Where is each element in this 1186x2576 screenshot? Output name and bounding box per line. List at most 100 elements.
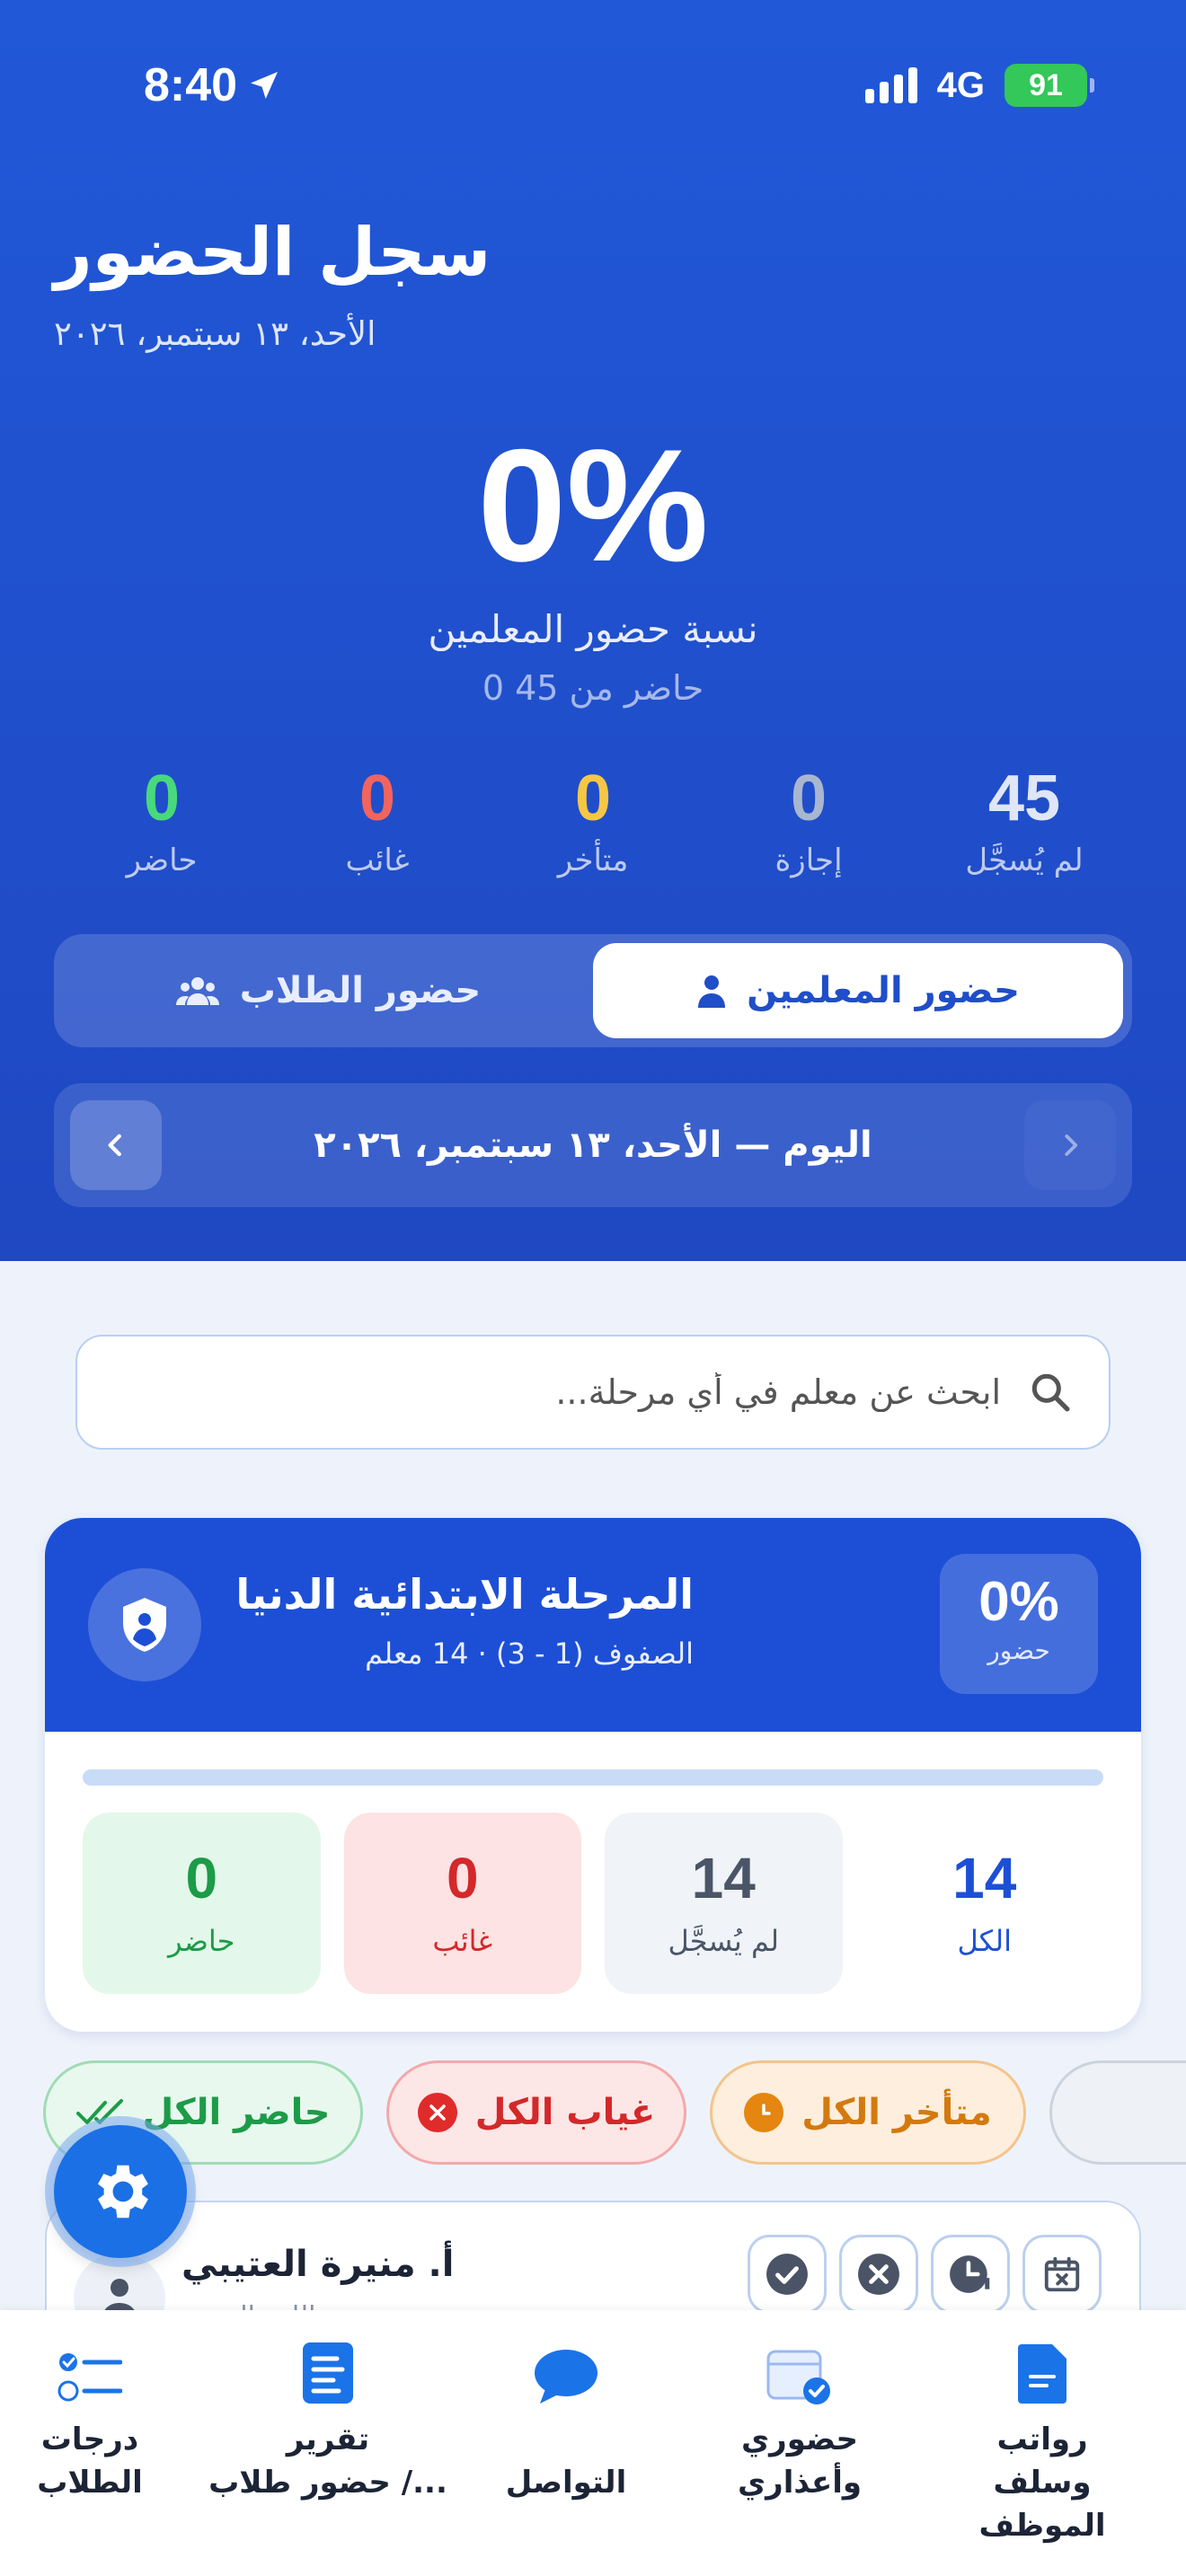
page-title: سجل الحضور [54, 214, 491, 291]
teacher-icon [698, 975, 726, 1008]
tab-my-attendance-label: حضوري وأعذاري [737, 2422, 863, 2501]
stage-percent-pill: 0% حضور [940, 1554, 1098, 1694]
mark-late-button[interactable] [931, 2235, 1010, 2314]
stat-late-label: متأخر [557, 842, 629, 878]
stage-cell-total: 14 الكل [865, 1813, 1103, 1994]
location-arrow-icon [251, 72, 279, 99]
stage-cell-present: 0 حاضر [83, 1813, 321, 1994]
stage-absent-label: غائب [432, 1924, 493, 1958]
stage-unrecorded-label: لم يُسجَّل [668, 1924, 780, 1958]
stage-absent-value: 0 [446, 1846, 479, 1910]
leave-all-button[interactable] [1049, 2060, 1186, 2165]
attendance-percent: 0% [477, 416, 709, 595]
attendance-count: 0 حاضر من 45 [482, 668, 704, 708]
stat-absent-label: غائب [345, 842, 410, 878]
page-date: الأحد، ١٣ سبتمبر، ٢٠٢٦ [54, 314, 376, 353]
present-all-label: حاضر الكل [142, 2092, 331, 2133]
tab-student-report[interactable]: تقرير حضور طلاب /... [207, 2310, 449, 2504]
network-type: 4G [936, 65, 985, 105]
clock-alert-icon [950, 2255, 990, 2293]
stage-card[interactable]: المرحلة الابتدائية الدنيا الصفوف (1 - 3)… [45, 1518, 1141, 2032]
day-label: اليوم — الأحد، ١٣ سبتمبر، ٢٠٢٦ [314, 1125, 872, 1166]
absent-all-button[interactable]: غياب الكل [386, 2060, 686, 2165]
tab-teachers-attendance[interactable]: حضور المعلمين [593, 943, 1123, 1038]
stat-unrecorded: 45 لم يُسجَّل [916, 762, 1132, 878]
report-icon [303, 2342, 353, 2404]
stat-late-value: 0 [574, 763, 612, 834]
clock-alert-icon [744, 2093, 784, 2132]
mark-leave-button[interactable] [1022, 2235, 1102, 2314]
group-icon [175, 977, 219, 1005]
settings-fab[interactable] [54, 2125, 187, 2258]
stats-row: 0 حاضر 0 غائب 0 متأخر 0 إجازة 45 لم يُسج… [54, 762, 1132, 878]
stat-absent: 0 غائب [270, 762, 485, 878]
battery-level: 91 [1029, 67, 1063, 102]
x-circle-icon [858, 2254, 899, 2295]
chevron-left-icon [108, 1134, 121, 1157]
stat-present: 0 حاضر [54, 762, 270, 878]
stat-leave-value: 0 [790, 763, 828, 834]
stat-present-label: حاضر [126, 842, 198, 878]
gear-icon [97, 2165, 148, 2219]
stat-leave-label: إجازة [774, 842, 843, 878]
attendance-type-toggle: حضور الطلاب حضور المعلمين [54, 934, 1132, 1047]
bottom-tab-bar: رواتب وسلف الموظف حضوري وأعذاري التواصل … [0, 2310, 1186, 2576]
stage-card-header: المرحلة الابتدائية الدنيا الصفوف (1 - 3)… [45, 1518, 1141, 1732]
tab-teachers-label: حضور المعلمين [747, 970, 1020, 1011]
battery-icon: 91 [1005, 64, 1094, 107]
hero-header: 8:40 4G 91 سجل الحضور الأحد، ١٣ سبتمبر، … [0, 0, 1186, 1261]
stage-percent-label: حضور [987, 1636, 1050, 1665]
tab-students-attendance[interactable]: حضور الطلاب [63, 943, 593, 1038]
tab-students-label: حضور الطلاب [239, 970, 482, 1011]
chevron-right-icon [1065, 1134, 1078, 1156]
status-time: 8:40 [144, 54, 282, 117]
absent-all-label: غياب الكل [474, 2092, 656, 2133]
document-icon [1018, 2344, 1067, 2404]
status-time-text: 8:40 [144, 59, 238, 111]
tab-student-grades-label: درجات الطلاب [37, 2422, 143, 2501]
tab-payroll[interactable]: رواتب وسلف الموظف [934, 2310, 1150, 2547]
tab-my-attendance[interactable]: حضوري وأعذاري [701, 2310, 898, 2504]
calendar-x-icon [1044, 2256, 1080, 2292]
mark-present-button[interactable] [748, 2235, 827, 2314]
tab-student-grades[interactable]: درجات الطلاب [18, 2310, 162, 2504]
tab-communication-label: التواصل [505, 2465, 627, 2501]
teacher-status-buttons [748, 2235, 1102, 2314]
x-circle-icon [417, 2093, 457, 2132]
stage-cell-absent: 0 غائب [343, 1813, 581, 1994]
search-icon [1031, 1373, 1070, 1412]
stage-subtitle: الصفوف (1 - 3) · 14 معلم [365, 1636, 694, 1671]
stat-unrecorded-value: 45 [987, 763, 1061, 834]
stat-leave: 0 إجازة [701, 762, 916, 878]
stat-absent-value: 0 [358, 763, 396, 834]
attendance-percent-label: نسبة حضور المعلمين [428, 607, 758, 651]
stat-late: 0 متأخر [485, 762, 701, 878]
stage-progress-bar [83, 1769, 1103, 1786]
stage-percent-value: 0% [978, 1571, 1059, 1633]
double-check-icon [75, 2099, 123, 2124]
shield-user-icon [88, 1568, 201, 1681]
status-right: 4G 91 [864, 54, 1094, 117]
stage-total-label: الكل [957, 1924, 1013, 1958]
tab-student-report-label: تقرير حضور طلاب /... [208, 2422, 447, 2501]
mark-absent-button[interactable] [839, 2235, 918, 2314]
tab-payroll-label: رواتب وسلف الموظف [978, 2422, 1106, 2544]
stage-unrecorded-value: 14 [691, 1846, 756, 1910]
next-day-button[interactable] [1023, 1100, 1116, 1190]
stage-title: المرحلة الابتدائية الدنيا [235, 1570, 694, 1619]
teacher-search [75, 1335, 1111, 1450]
stat-present-value: 0 [143, 763, 181, 834]
stage-present-value: 0 [185, 1846, 218, 1910]
check-circle-icon [766, 2254, 808, 2295]
search-input[interactable] [113, 1372, 1001, 1412]
bulk-actions: حاضر الكل غياب الكل متأخر الكل [0, 2060, 1186, 2165]
tab-communication[interactable]: التواصل [485, 2310, 647, 2504]
stat-unrecorded-label: لم يُسجَّل [965, 842, 1084, 878]
day-navigator: اليوم — الأحد، ١٣ سبتمبر، ٢٠٢٦ [54, 1083, 1132, 1207]
stage-present-label: حاضر [168, 1924, 235, 1958]
teacher-name: أ. منيرة العتيبي [181, 2244, 455, 2285]
late-all-button[interactable]: متأخر الكل [710, 2060, 1026, 2165]
signal-icon [864, 67, 917, 103]
prev-day-button[interactable] [70, 1100, 162, 1190]
calendar-check-icon [766, 2350, 830, 2404]
